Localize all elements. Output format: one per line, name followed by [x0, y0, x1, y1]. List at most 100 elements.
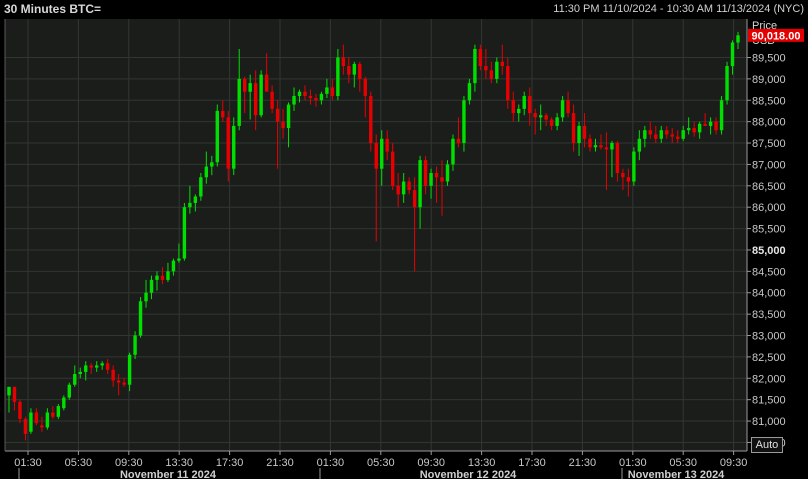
price-axis[interactable]: 80,50081,00081,50082,00082,50083,00083,5… [747, 52, 786, 449]
candle-body [204, 166, 209, 178]
price-tick-label: 86,000 [752, 202, 786, 214]
candle-body [434, 172, 439, 178]
candle-body [500, 61, 505, 67]
candle-up [182, 202, 187, 261]
candle-body [100, 363, 104, 366]
candle-body [621, 172, 625, 178]
date-label: November 11 2024 [120, 469, 217, 479]
candle-up [725, 61, 729, 105]
candle-body [654, 134, 658, 139]
price-tick-label: 82,500 [752, 352, 786, 364]
candle-body [347, 66, 351, 75]
candle-body [522, 95, 526, 109]
candle-body [714, 121, 718, 131]
candle-body [149, 279, 154, 293]
candle-body [670, 134, 674, 137]
current-price-label: 90,018.00 [752, 30, 801, 42]
candle-body [166, 271, 170, 280]
candle-body [56, 406, 61, 417]
candle-body [363, 78, 367, 96]
time-axis[interactable]: 01:30 05:30 09:30 13:30 17:30 21:30 01:30 05:30… [14, 451, 747, 479]
candle-body [637, 138, 642, 152]
candle-body [456, 138, 461, 144]
candle-body [489, 70, 494, 79]
candle-body [177, 258, 181, 261]
price-tick-label: 88,500 [752, 95, 786, 107]
candle-body [730, 42, 735, 67]
candle-body [270, 91, 274, 109]
time-tick-label: 01:30 [14, 457, 42, 469]
candle-body [665, 130, 669, 135]
candle-body [681, 130, 685, 139]
candle-body [692, 128, 696, 133]
candle-body [369, 95, 373, 144]
candle-up [719, 95, 724, 135]
candle-body [588, 138, 592, 148]
candle-body [495, 61, 499, 79]
candle-body [12, 386, 17, 402]
price-tick-label: 81,000 [752, 416, 786, 428]
price-tick-label: 84,000 [752, 288, 786, 300]
candle-body [626, 177, 631, 182]
candle-body [144, 292, 148, 302]
time-tick-label: 13:30 [165, 457, 193, 469]
price-tick-label: 82,000 [752, 373, 786, 385]
candle-body [7, 386, 11, 396]
candlestick-chart[interactable]: 80,50081,00081,50082,00082,50083,00083,5… [0, 0, 808, 479]
candle-body [215, 110, 219, 163]
auto-scale-button[interactable]: Auto [751, 437, 783, 453]
price-tick-label: 88,000 [752, 117, 786, 129]
candle-body [314, 98, 318, 101]
price-tick-label: 83,000 [752, 331, 786, 343]
price-tick-label: 87,000 [752, 159, 786, 171]
candle-body [237, 78, 241, 126]
candle-body [67, 384, 71, 398]
candle-body [440, 177, 444, 182]
candle-body [528, 95, 532, 114]
candle-body [604, 147, 609, 150]
candle-body [467, 83, 472, 101]
candle-body [708, 121, 713, 126]
candle-body [418, 160, 422, 208]
candle-body [352, 63, 357, 75]
candle-body [23, 418, 28, 434]
candle-body [40, 425, 44, 428]
candle-body [676, 136, 680, 139]
candle-body [275, 108, 280, 122]
price-tick-label: 84,500 [752, 266, 786, 278]
candle-body [336, 57, 340, 96]
candle-up [259, 70, 263, 118]
candle-body [171, 260, 176, 272]
price-tick-label: 85,000 [752, 245, 786, 257]
candle-body [160, 275, 165, 280]
candle-body [538, 115, 543, 118]
candle-body [407, 181, 411, 191]
candle-body [210, 162, 214, 167]
candle-body [484, 66, 488, 71]
price-tick-label: 81,500 [752, 395, 786, 407]
candle-body [51, 412, 55, 417]
candle-body [286, 104, 291, 129]
candle-body [412, 190, 417, 208]
candle-body [264, 74, 269, 92]
time-tick-label: 13:30 [468, 457, 496, 469]
candle-body [29, 412, 33, 432]
candle-body [248, 83, 252, 92]
candle-body [582, 125, 587, 139]
candle-body [84, 365, 88, 372]
candle-body [725, 66, 729, 101]
candle-body [571, 113, 576, 144]
candle-body [533, 113, 537, 118]
candle-up [67, 382, 71, 400]
time-tick-label: 01:30 [317, 457, 345, 469]
time-tick-label: 05:30 [65, 457, 93, 469]
candle-body [517, 108, 521, 114]
candle-body [549, 119, 554, 126]
candle-body [62, 397, 66, 409]
candle-body [325, 87, 329, 94]
time-tick-label: 09:30 [417, 457, 445, 469]
candle-body [610, 143, 614, 150]
candle-body [303, 91, 307, 96]
candle-body [281, 121, 285, 129]
candle-body [462, 100, 466, 144]
